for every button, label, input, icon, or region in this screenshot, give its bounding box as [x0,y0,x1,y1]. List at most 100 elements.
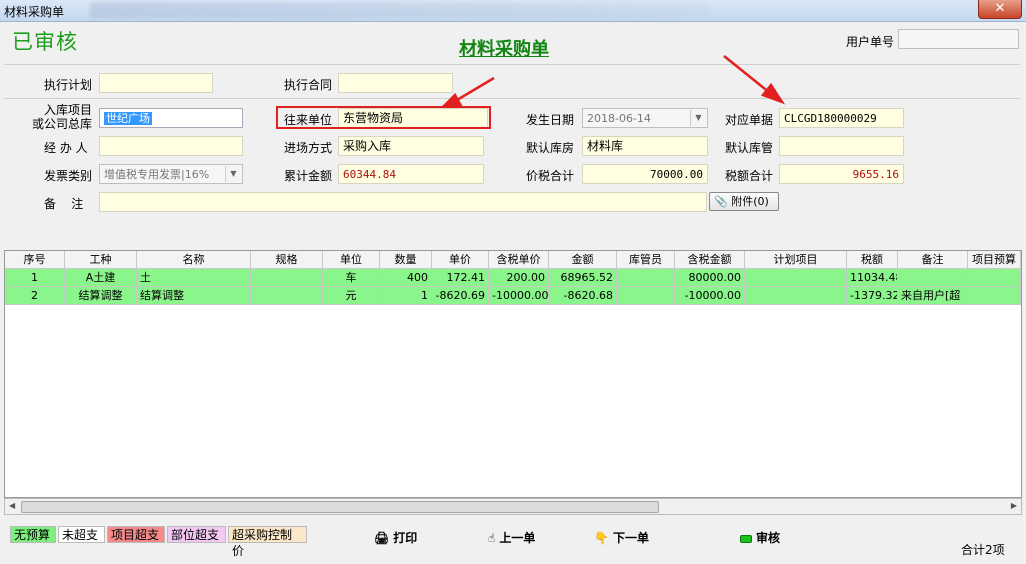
grid-header-row: 序号 工种 名称 规格 单位 数量 单价 含税单价 金额 库管员 含税金额 计划项目 税额 备注 项目预算 [5,251,1021,269]
cell-amount[interactable]: -8620.68 [549,287,617,305]
col-header-name[interactable]: 名称 [137,251,251,269]
cell-budget[interactable] [968,269,1021,287]
project-value: 世纪广场 [104,112,152,125]
price-tax-total-value: 70000.00 [582,164,708,184]
entry-mode-label: 进场方式 [284,141,333,155]
hand-up-icon: ☝ [488,531,496,545]
cell-name[interactable]: 土 [137,269,251,287]
remark-input[interactable] [99,192,707,212]
invoice-type-select[interactable]: 增值税专用发票|16% ▼ [99,164,243,184]
cell-spec[interactable] [251,287,323,305]
cell-budget[interactable] [968,287,1021,305]
cell-tax-price[interactable]: -10000.00 [489,287,549,305]
cell-plan-item[interactable] [745,287,847,305]
col-header-price[interactable]: 单价 [432,251,489,269]
next-label: 下一单 [612,531,649,545]
tax-total-label: 税额合计 [725,169,774,183]
cell-keeper[interactable] [617,269,675,287]
cell-trade[interactable]: 结算调整 [65,287,137,305]
print-label: 打印 [393,531,418,545]
legend-item: 部位超支 [167,526,226,543]
audit-label: 审核 [756,531,781,545]
col-header-unit[interactable]: 单位 [323,251,380,269]
col-header-tax-amount[interactable]: 含税金额 [675,251,745,269]
corresp-doc-label: 对应单据 [725,113,774,127]
col-header-tax[interactable]: 税额 [847,251,898,269]
cell-trade[interactable]: A土建 [65,269,137,287]
next-button[interactable]: 👇 下一单 [594,529,649,546]
cell-unit[interactable]: 元 [323,287,380,305]
scrollbar-thumb[interactable] [21,501,659,513]
prev-label: 上一单 [499,531,536,545]
invoice-type-label: 发票类别 [44,169,93,183]
cell-plan-item[interactable] [745,269,847,287]
project-input[interactable]: 世纪广场 [99,108,243,128]
col-header-remark[interactable]: 备注 [898,251,968,269]
table-row[interactable]: 1 A土建土 车 400 172.41 200.00 68965.52 80000.00 110… [5,269,1021,287]
printer-icon: 🖨 [374,531,390,545]
cell-remark[interactable] [898,269,968,287]
cell-tax[interactable]: -1379.32 [847,287,898,305]
col-header-amount[interactable]: 金额 [549,251,617,269]
default-warehouse-label: 默认库房 [526,141,575,155]
price-tax-total-label: 价税合计 [526,169,575,183]
table-row[interactable]: 2 结算调整 结算调整元 1 -8620.69 -10000.00 -8620.68 -100… [5,287,1021,305]
default-keeper-input[interactable] [779,136,904,156]
cell-tax[interactable]: 11034.48 [847,269,898,287]
col-header-seq[interactable]: 序号 [5,251,65,269]
col-header-spec[interactable]: 规格 [251,251,323,269]
occur-date-picker[interactable]: 2018-06-14 ▼ [582,108,708,128]
horizontal-scrollbar[interactable]: ◀ ▶ [4,498,1022,515]
total-count: 合计2项 [961,543,1005,557]
cell-seq[interactable]: 1 [5,269,65,287]
cell-seq[interactable]: 2 [5,287,65,305]
cell-qty[interactable]: 400 [380,269,432,287]
audit-button[interactable]: 审核 [740,529,780,546]
handler-input[interactable] [99,136,243,156]
col-header-keeper[interactable]: 库管员 [617,251,675,269]
cell-price[interactable]: -8620.69 [432,287,489,305]
cell-spec[interactable] [251,269,323,287]
col-header-budget[interactable]: 项目预算 [968,251,1021,269]
cell-price[interactable]: 172.41 [432,269,489,287]
entry-mode-input[interactable]: 采购入库 [338,136,484,156]
cell-unit[interactable]: 车 [323,269,380,287]
scroll-right-icon[interactable]: ▶ [1011,501,1017,510]
attachment-button[interactable]: 📎 附件(0) [709,192,779,211]
highlight-box-partner [276,106,491,129]
green-light-icon [740,534,752,543]
items-grid[interactable]: 序号 工种 名称 规格 单位 数量 单价 含税单价 金额 库管员 含税金额 计划项目 税额 备注 项目预算 … [4,250,1022,498]
cell-remark[interactable]: 来自用户[超 [898,287,968,305]
cell-tax-amount[interactable]: -10000.00 [675,287,745,305]
legend-item: 无预算 [10,526,56,543]
chevron-down-icon[interactable]: ▼ [225,166,241,182]
invoice-type-value: 增值税专用发票|16% [104,168,210,181]
col-header-plan-item[interactable]: 计划项目 [745,251,847,269]
scroll-left-icon[interactable]: ◀ [9,501,15,510]
print-button[interactable]: 🖨 打印 [374,529,417,546]
corresp-doc-input[interactable]: CLCGD180000029 [779,108,904,128]
cell-qty[interactable]: 1 [380,287,432,305]
attachment-label: 附件(0) [731,195,769,208]
accum-amount-value: 60344.84 [338,164,484,184]
default-keeper-label: 默认库管 [725,141,774,155]
prev-button[interactable]: ☝ 上一单 [488,529,535,546]
cell-tax-amount[interactable]: 80000.00 [675,269,745,287]
handler-label: 经 办 人 [44,141,88,155]
col-header-tax-price[interactable]: 含税单价 [489,251,549,269]
col-header-qty[interactable]: 数量 [380,251,432,269]
cell-name[interactable]: 结算调整 [137,287,251,305]
default-warehouse-input[interactable]: 材料库 [582,136,708,156]
calendar-dropdown-icon[interactable]: ▼ [690,110,706,126]
accum-amount-label: 累计金额 [284,169,333,183]
occur-date-label: 发生日期 [526,113,575,127]
cell-amount[interactable]: 68965.52 [549,269,617,287]
project-label-line1: 入库项目 [43,103,92,117]
project-label-line2: 或公司总库 [31,117,92,131]
cell-tax-price[interactable]: 200.00 [489,269,549,287]
cell-keeper[interactable] [617,287,675,305]
arrow-to-corresp-doc [723,55,786,105]
legend-item: 超采购控制价 [228,526,307,558]
col-header-trade[interactable]: 工种 [65,251,137,269]
legend-item: 未超支 [58,526,105,543]
